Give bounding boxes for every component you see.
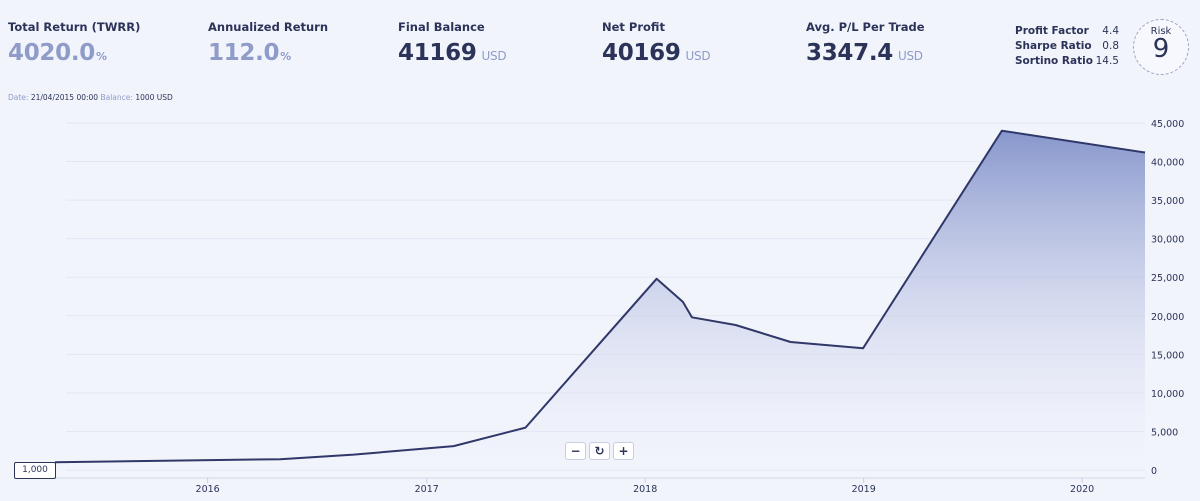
y-tick-label: 15,000 [1151,350,1184,361]
y-tick-label: 0 [1151,466,1157,477]
y-tick-label: 45,000 [1151,119,1184,130]
y-tick-label: 20,000 [1151,312,1184,323]
balance-chart[interactable]: 0 5,000 10,000 15,000 20,000 25,000 30,000 35,0… [0,0,1200,501]
start-value-flag: 1,000 [14,462,56,479]
data-point[interactable] [351,452,356,457]
data-point[interactable] [733,323,738,328]
data-point[interactable] [1143,150,1148,155]
y-tick-label: 35,000 [1151,196,1184,207]
data-point[interactable] [788,339,793,344]
y-tick-label: 40,000 [1151,158,1184,169]
y-tick-label: 25,000 [1151,273,1184,284]
zoom-controls: − ↻ + [565,442,634,460]
y-tick-label: 10,000 [1151,389,1184,400]
data-point[interactable] [680,299,685,304]
x-tick-label: 2019 [852,484,876,495]
data-point[interactable] [523,425,528,430]
data-point[interactable] [278,457,283,462]
zoom-reset-button[interactable]: ↻ [589,442,610,460]
data-point[interactable] [654,276,659,281]
data-point[interactable] [861,346,866,351]
y-tick-label: 5,000 [1151,427,1178,438]
x-tick-label: 2017 [415,484,439,495]
data-point[interactable] [451,444,456,449]
data-point[interactable] [999,128,1004,133]
zoom-in-button[interactable]: + [613,442,634,460]
y-tick-label: 30,000 [1151,235,1184,246]
data-point[interactable] [689,315,694,320]
zoom-out-button[interactable]: − [565,442,586,460]
balance-area [55,130,1145,470]
x-tick-label: 2020 [1070,484,1094,495]
x-tick-label: 2018 [633,484,657,495]
x-tick-label: 2016 [196,484,220,495]
